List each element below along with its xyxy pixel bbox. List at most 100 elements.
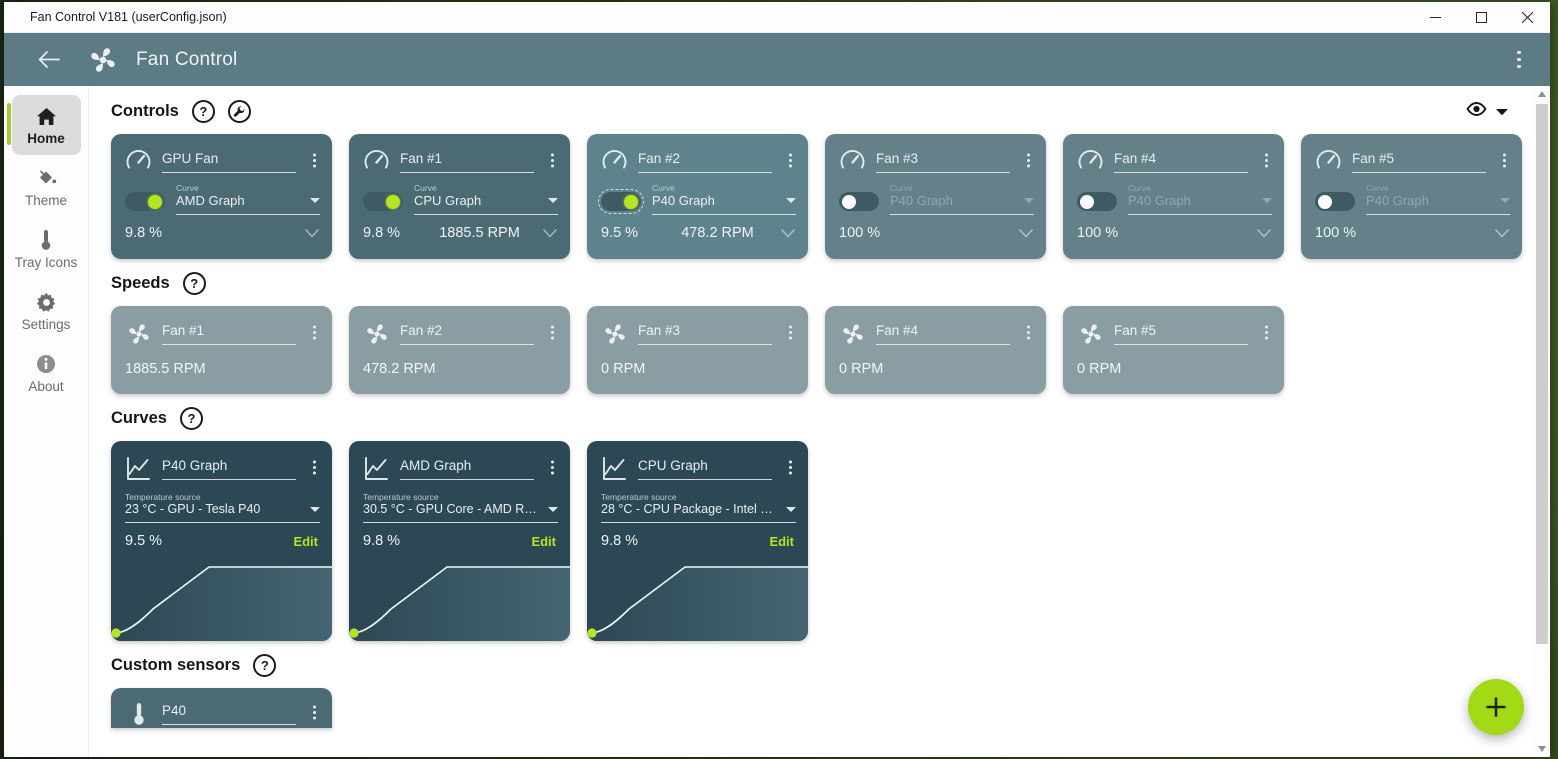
card-menu-icon[interactable] bbox=[544, 320, 560, 344]
add-button[interactable] bbox=[1468, 679, 1524, 735]
curve-name-field[interactable]: CPU Graph bbox=[638, 455, 772, 480]
scroll-down-arrow-icon[interactable] bbox=[1538, 741, 1546, 757]
control-toggle[interactable] bbox=[839, 192, 879, 211]
temperature-source-select[interactable]: Temperature source 28 °C - CPU Package -… bbox=[587, 482, 808, 523]
chevron-down-icon[interactable] bbox=[1500, 198, 1510, 203]
curve-select[interactable]: Curve P40 Graph bbox=[890, 183, 1034, 215]
chevron-down-icon[interactable] bbox=[1496, 103, 1508, 121]
chevron-down-icon[interactable] bbox=[1024, 198, 1034, 203]
chevron-down-icon[interactable] bbox=[1262, 198, 1272, 203]
speed-name-field[interactable]: Fan #4 bbox=[876, 320, 1010, 345]
card-menu-icon[interactable] bbox=[1258, 148, 1274, 172]
scrollbar-thumb[interactable] bbox=[1536, 104, 1548, 644]
speed-name-field[interactable]: Fan #2 bbox=[400, 320, 534, 345]
card-menu-icon[interactable] bbox=[1258, 320, 1274, 344]
control-toggle[interactable] bbox=[1315, 192, 1355, 211]
control-name-field[interactable]: GPU Fan bbox=[162, 148, 296, 173]
close-button[interactable] bbox=[1504, 2, 1550, 33]
curve-select[interactable]: Curve AMD Graph bbox=[176, 183, 320, 215]
control-name-field[interactable]: Fan #2 bbox=[638, 148, 772, 173]
control-name-field[interactable]: Fan #5 bbox=[1352, 148, 1486, 173]
card-menu-icon[interactable] bbox=[306, 700, 322, 724]
control-name-field[interactable]: Fan #3 bbox=[876, 148, 1010, 173]
sidebar-item-theme[interactable]: Theme bbox=[12, 157, 81, 217]
control-name-field[interactable]: Fan #4 bbox=[1114, 148, 1248, 173]
expand-chevron-icon[interactable] bbox=[780, 225, 796, 241]
card-menu-icon[interactable] bbox=[1020, 320, 1036, 344]
card-menu-icon[interactable] bbox=[782, 320, 798, 344]
speed-card[interactable]: Fan #4 0 RPM bbox=[825, 306, 1046, 394]
temperature-source-select[interactable]: Temperature source 23 °C - GPU - Tesla P… bbox=[111, 482, 332, 523]
minimize-button[interactable] bbox=[1412, 2, 1458, 33]
curve-select[interactable]: Curve P40 Graph bbox=[1366, 183, 1510, 215]
wrench-icon[interactable] bbox=[227, 100, 251, 123]
help-icon[interactable]: ? bbox=[253, 654, 277, 677]
speed-card[interactable]: Fan #2 478.2 RPM bbox=[349, 306, 570, 394]
chevron-down-icon[interactable] bbox=[310, 198, 320, 203]
appbar-menu-icon[interactable] bbox=[1502, 41, 1536, 79]
expand-chevron-icon[interactable] bbox=[542, 225, 558, 241]
sidebar-item-about[interactable]: About bbox=[12, 343, 81, 403]
chevron-down-icon[interactable] bbox=[310, 506, 320, 512]
help-icon[interactable]: ? bbox=[179, 407, 203, 430]
control-toggle[interactable] bbox=[1077, 192, 1117, 211]
sidebar-item-tray-icons[interactable]: Tray Icons bbox=[12, 219, 81, 279]
help-icon[interactable]: ? bbox=[182, 272, 206, 295]
vertical-scrollbar[interactable] bbox=[1534, 86, 1550, 757]
eye-icon[interactable] bbox=[1466, 102, 1487, 121]
expand-chevron-icon[interactable] bbox=[304, 225, 320, 241]
curve-select[interactable]: Curve CPU Graph bbox=[414, 183, 558, 215]
scrollbar-track[interactable] bbox=[1534, 102, 1550, 741]
chevron-down-icon[interactable] bbox=[786, 198, 796, 203]
maximize-button[interactable] bbox=[1458, 2, 1504, 33]
control-card[interactable]: GPU Fan Curve AMD Graph 9.8 % bbox=[111, 134, 332, 259]
chevron-down-icon[interactable] bbox=[786, 506, 796, 512]
expand-chevron-icon[interactable] bbox=[1494, 225, 1510, 241]
control-card[interactable]: Fan #3 Curve P40 Graph 100 % bbox=[825, 134, 1046, 259]
sidebar-item-home[interactable]: Home bbox=[6, 95, 81, 155]
card-menu-icon[interactable] bbox=[306, 455, 322, 479]
speed-name-field[interactable]: Fan #3 bbox=[638, 320, 772, 345]
card-menu-icon[interactable] bbox=[1020, 148, 1036, 172]
control-toggle[interactable] bbox=[363, 192, 403, 211]
scroll-up-arrow-icon[interactable] bbox=[1538, 86, 1546, 102]
control-name-field[interactable]: Fan #1 bbox=[400, 148, 534, 173]
help-icon[interactable]: ? bbox=[191, 100, 215, 123]
curve-card[interactable]: AMD Graph Temperature source 30.5 °C - G… bbox=[349, 441, 570, 641]
curve-card[interactable]: P40 Graph Temperature source 23 °C - GPU… bbox=[111, 441, 332, 641]
curve-select[interactable]: Curve P40 Graph bbox=[1128, 183, 1272, 215]
card-menu-icon[interactable] bbox=[306, 148, 322, 172]
speed-card[interactable]: Fan #1 1885.5 RPM bbox=[111, 306, 332, 394]
speed-name-field[interactable]: Fan #5 bbox=[1114, 320, 1248, 345]
back-arrow-icon[interactable] bbox=[32, 43, 66, 77]
custom-sensor-card[interactable]: P40 bbox=[111, 688, 332, 728]
curve-card[interactable]: CPU Graph Temperature source 28 °C - CPU… bbox=[587, 441, 808, 641]
control-toggle[interactable] bbox=[125, 192, 165, 211]
chevron-down-icon[interactable] bbox=[548, 506, 558, 512]
curve-select[interactable]: Curve P40 Graph bbox=[652, 183, 796, 215]
control-card[interactable]: Fan #2 Curve P40 Graph 9.5 % 478.2 RPM bbox=[587, 134, 808, 259]
sidebar-item-settings[interactable]: Settings bbox=[12, 281, 81, 341]
speed-card[interactable]: Fan #5 0 RPM bbox=[1063, 306, 1284, 394]
control-card[interactable]: Fan #4 Curve P40 Graph 100 % bbox=[1063, 134, 1284, 259]
expand-chevron-icon[interactable] bbox=[1018, 225, 1034, 241]
card-menu-icon[interactable] bbox=[1496, 148, 1512, 172]
curve-name-field[interactable]: AMD Graph bbox=[400, 455, 534, 480]
control-card[interactable]: Fan #1 Curve CPU Graph 9.8 % 1885.5 RPM bbox=[349, 134, 570, 259]
curve-name-field[interactable]: P40 Graph bbox=[162, 455, 296, 480]
sidebar-item-label: Theme bbox=[24, 193, 68, 208]
card-menu-icon[interactable] bbox=[782, 148, 798, 172]
card-menu-icon[interactable] bbox=[306, 320, 322, 344]
visibility-toggle[interactable] bbox=[1466, 102, 1508, 121]
temperature-source-select[interactable]: Temperature source 30.5 °C - GPU Core - … bbox=[349, 482, 570, 523]
expand-chevron-icon[interactable] bbox=[1256, 225, 1272, 241]
sensor-name-field[interactable]: P40 bbox=[162, 700, 296, 725]
card-menu-icon[interactable] bbox=[544, 148, 560, 172]
control-toggle[interactable] bbox=[598, 189, 644, 214]
card-menu-icon[interactable] bbox=[782, 455, 798, 479]
chevron-down-icon[interactable] bbox=[548, 198, 558, 203]
control-card[interactable]: Fan #5 Curve P40 Graph 100 % bbox=[1301, 134, 1522, 259]
speed-card[interactable]: Fan #3 0 RPM bbox=[587, 306, 808, 394]
speed-name-field[interactable]: Fan #1 bbox=[162, 320, 296, 345]
card-menu-icon[interactable] bbox=[544, 455, 560, 479]
